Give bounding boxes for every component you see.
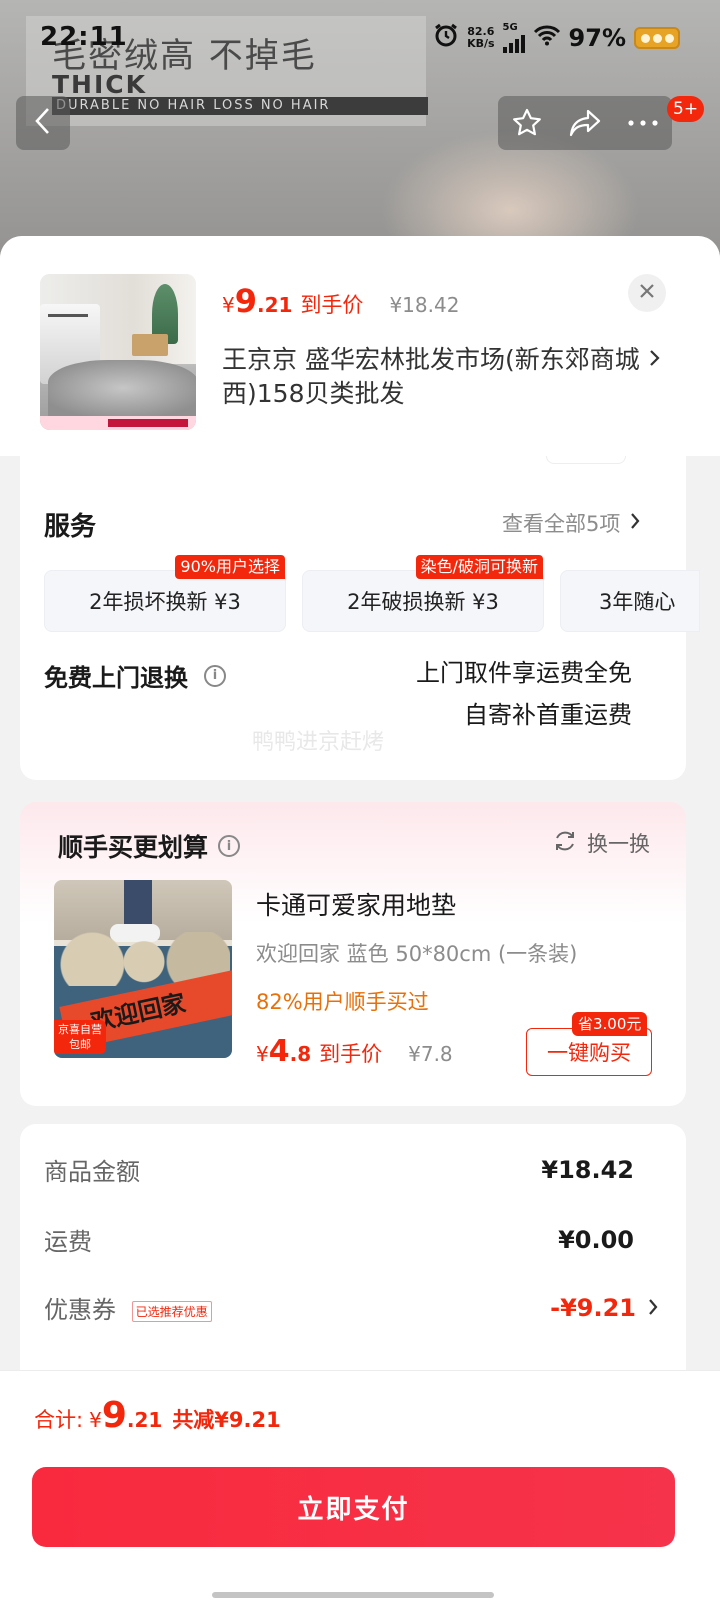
home-indicator[interactable] — [212, 1592, 494, 1598]
coupon-value-group: -¥9.21 — [550, 1294, 658, 1322]
top-action-group — [498, 96, 672, 150]
checkout-footer: 合计: ¥ 9 .21 共减¥9.21 立即支付 — [0, 1370, 720, 1600]
free-return-title: 免费上门退换 — [44, 664, 188, 692]
watermark-text: 鸭鸭进京赶烤 — [252, 730, 385, 755]
bundle-title: 顺手买更划算 i — [58, 828, 241, 864]
battery-icon — [634, 27, 680, 49]
service-chip-tag: 90%用户选择 — [175, 555, 285, 579]
bundle-offer-card: 顺手买更划算 i 换一换 欢迎回家 京喜自营 包邮 卡通可爱家用地垫 欢迎回家 … — [20, 802, 686, 1106]
chevron-left-icon — [33, 106, 53, 140]
goods-amount-row: 商品金额 ¥18.42 — [44, 1152, 634, 1187]
chevron-right-icon — [630, 511, 640, 535]
price-symbol: ¥ — [256, 1042, 269, 1066]
service-chip-break-replace[interactable]: 2年破损换新 ¥3 染色/破洞可换新 — [302, 555, 544, 632]
shipping-row: 运费 ¥0.00 — [44, 1222, 634, 1257]
services-title: 服务 — [44, 512, 97, 542]
free-return-line1: 上门取件享运费全免 — [416, 659, 632, 687]
back-button[interactable] — [16, 96, 70, 150]
price-label: 到手价 — [300, 293, 364, 317]
message-count-badge: 5+ — [667, 96, 705, 122]
product-price: ¥ 9 .21 到手价 ¥18.42 — [222, 282, 459, 320]
bundle-product-spec: 欢迎回家 蓝色 50*80cm (一条装) — [256, 942, 578, 966]
wifi-icon — [533, 24, 561, 52]
original-price: ¥18.42 — [389, 293, 460, 317]
close-icon — [639, 283, 655, 303]
pay-now-button[interactable]: 立即支付 — [32, 1467, 675, 1547]
coupon-label-group: 优惠券 已选推荐优惠 — [44, 1290, 212, 1325]
bundle-product-name[interactable]: 卡通可爱家用地垫 — [256, 886, 456, 922]
total-summary: 合计: ¥ 9 .21 共减¥9.21 — [34, 1395, 281, 1436]
total-label: 合计: — [34, 1408, 84, 1432]
price-decimal: .8 — [289, 1042, 312, 1066]
price-decimal: .21 — [257, 293, 293, 317]
self-operated-tag: 京喜自营 包邮 — [54, 1020, 106, 1054]
free-return-line2: 自寄补首重运费 — [464, 701, 632, 729]
order-amounts: 商品金额 ¥18.42 运费 ¥0.00 优惠券 已选推荐优惠 -¥9.21 — [20, 1124, 686, 1384]
total-decimal: .21 — [126, 1408, 163, 1432]
status-time: 22:11 — [40, 22, 128, 52]
goods-amount-label: 商品金额 — [44, 1158, 140, 1186]
sheet-header: ¥ 9 .21 到手价 ¥18.42 王京京 盛华宏林批发市场(新东郊商城西)1… — [0, 236, 720, 456]
product-thumbnail — [40, 274, 196, 430]
price-label: 到手价 — [319, 1042, 383, 1066]
more-dots-icon[interactable] — [618, 98, 668, 148]
info-icon[interactable]: i — [218, 835, 241, 857]
net-speed-unit: KB/s — [467, 37, 495, 50]
info-icon[interactable]: i — [204, 664, 226, 687]
alarm-icon — [433, 22, 459, 54]
savings-tag: 省3.00元 — [572, 1012, 648, 1036]
free-return-row: 免费上门退换 i — [44, 658, 226, 693]
coupon-label: 优惠券 — [44, 1296, 116, 1324]
original-price: ¥7.8 — [408, 1042, 453, 1066]
service-chip-label: 2年破损换新 ¥3 — [347, 590, 499, 614]
banner-en-title: THICK — [52, 70, 147, 99]
service-chip-3year[interactable]: 3年随心 — [560, 570, 700, 632]
total-symbol: ¥ — [89, 1408, 102, 1432]
bundle-title-text: 顺手买更划算 — [58, 833, 209, 862]
favorite-star-icon[interactable] — [502, 98, 552, 148]
share-icon[interactable] — [560, 98, 610, 148]
banner-en-subtitle: DURABLE NO HAIR LOSS NO HAIR — [52, 97, 428, 115]
cell-signal: 5G — [502, 22, 525, 53]
coupon-row[interactable]: 优惠券 已选推荐优惠 -¥9.21 — [44, 1290, 658, 1325]
price-symbol: ¥ — [222, 293, 235, 317]
delivery-address[interactable]: 王京京 盛华宏林批发市场(新东郊商城西)158贝类批发 — [222, 343, 642, 411]
network-speed: 82.6 KB/s — [467, 26, 494, 50]
view-all-services[interactable]: 查看全部5项 — [502, 508, 640, 538]
service-chip-damage-replace[interactable]: 2年损坏换新 ¥3 90%用户选择 — [44, 555, 286, 632]
battery-percent: 97% — [568, 24, 626, 52]
services-section: 服务 查看全部5项 2年损坏换新 ¥3 90%用户选择 2年破损换新 ¥3 染色… — [20, 456, 700, 780]
chevron-right-icon — [648, 1294, 658, 1322]
price-integer: 9 — [234, 282, 257, 320]
service-chip-label: 2年损坏换新 ¥3 — [89, 590, 241, 614]
coupon-value: -¥9.21 — [550, 1293, 636, 1322]
price-integer: 4 — [268, 1034, 290, 1069]
network-type: 5G — [502, 22, 518, 33]
shipping-label: 运费 — [44, 1228, 92, 1256]
total-reduction: 共减¥9.21 — [172, 1408, 281, 1432]
collapsed-row-edge — [546, 456, 626, 464]
close-button[interactable] — [628, 274, 666, 312]
total-integer: 9 — [101, 1395, 127, 1436]
free-return-details: 上门取件享运费全免 自寄补首重运费 — [416, 652, 632, 736]
bundle-purchase-stat: 82%用户顺手买过 — [256, 990, 429, 1014]
service-chip-label: 3年随心 — [599, 590, 676, 614]
refresh-button[interactable]: 换一换 — [553, 828, 650, 858]
signal-bars-icon — [502, 33, 525, 53]
status-bar: 22:11 82.6 KB/s 5G 97% — [0, 0, 720, 70]
shipping-value: ¥0.00 — [558, 1225, 634, 1254]
refresh-icon — [553, 829, 577, 858]
bundle-price: ¥ 4 .8 到手价 ¥7.8 — [256, 1034, 453, 1069]
service-chip-tag: 染色/破洞可换新 — [415, 555, 543, 579]
view-all-label: 查看全部5项 — [502, 512, 621, 536]
doormat-image[interactable]: 欢迎回家 京喜自营 包邮 — [54, 880, 232, 1058]
refresh-label: 换一换 — [587, 832, 650, 856]
chevron-right-icon[interactable] — [648, 348, 660, 372]
coupon-tag: 已选推荐优惠 — [131, 1300, 212, 1322]
status-icons: 82.6 KB/s 5G 97% — [433, 22, 680, 54]
goods-amount-value: ¥18.42 — [541, 1155, 634, 1184]
